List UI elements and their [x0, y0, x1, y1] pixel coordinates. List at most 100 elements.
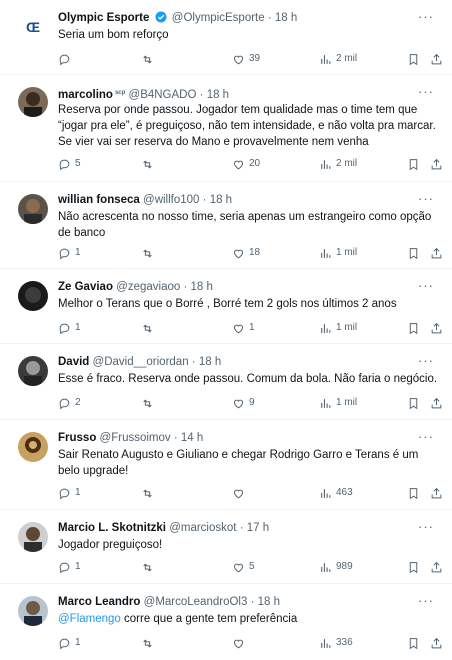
share-button[interactable]	[430, 485, 443, 501]
bookmark-button[interactable]	[407, 156, 420, 172]
avatar[interactable]	[18, 356, 48, 386]
like-button[interactable]: 1	[232, 320, 255, 336]
avatar[interactable]	[18, 432, 48, 462]
author-name[interactable]: marcolino	[58, 89, 113, 101]
verified-badge-icon	[155, 11, 167, 23]
views-button[interactable]: 336	[319, 635, 353, 651]
views-button[interactable]: 1 mil	[319, 395, 357, 411]
reply-icon	[59, 562, 70, 573]
bookmark-button[interactable]	[407, 635, 420, 651]
retweet-button[interactable]	[141, 395, 158, 411]
more-options-button[interactable]: ···	[418, 278, 434, 293]
more-options-button[interactable]: ···	[418, 429, 434, 444]
share-button[interactable]	[430, 320, 443, 336]
share-button[interactable]	[430, 395, 443, 411]
like-button[interactable]: 5	[232, 559, 255, 575]
share-button[interactable]	[430, 635, 443, 651]
tweet[interactable]: Œ Olympic Esporte @OlympicEsporte · 18 h…	[0, 0, 452, 75]
reply-button[interactable]: 1	[58, 559, 81, 575]
more-options-button[interactable]: ···	[418, 84, 434, 99]
retweet-button[interactable]	[141, 245, 158, 261]
avatar[interactable]	[18, 596, 48, 626]
views-button[interactable]: 1 mil	[319, 320, 357, 336]
bookmark-button[interactable]	[407, 559, 420, 575]
bookmark-button[interactable]	[407, 51, 420, 67]
tweet[interactable]: Ze Gaviao @zegaviaoo · 18 h ··· Melhor o…	[0, 269, 452, 344]
like-button[interactable]: 20	[232, 156, 260, 172]
like-button[interactable]: 9	[232, 395, 255, 411]
author-handle[interactable]: @OlympicEsporte	[172, 12, 265, 24]
author-handle[interactable]: @willfo100	[143, 194, 199, 206]
tweet[interactable]: marcolino scp @B4NGADO · 18 h ··· Reserva…	[0, 75, 452, 182]
share-button[interactable]	[430, 156, 443, 172]
author-name[interactable]: Marcio L. Skotnitzki	[58, 522, 166, 534]
timestamp[interactable]: 18 h	[275, 12, 297, 24]
author-name[interactable]: willian fonseca	[58, 194, 140, 206]
reply-button[interactable]: 1	[58, 485, 81, 501]
avatar[interactable]	[18, 522, 48, 552]
author-handle[interactable]: @zegaviaoo	[116, 281, 180, 293]
retweet-button[interactable]	[141, 320, 158, 336]
author-handle[interactable]: @marcioskot	[169, 522, 236, 534]
views-icon	[321, 488, 331, 498]
retweet-button[interactable]	[141, 51, 158, 67]
more-options-button[interactable]: ···	[418, 191, 434, 206]
author-name[interactable]: Ze Gaviao	[58, 281, 113, 293]
timestamp[interactable]: 17 h	[247, 522, 269, 534]
like-button[interactable]: 18	[232, 245, 260, 261]
retweet-button[interactable]	[141, 635, 158, 651]
share-button[interactable]	[430, 245, 443, 261]
reply-button[interactable]: 1	[58, 635, 81, 651]
author-handle[interactable]: @MarcoLeandroOl3	[144, 596, 248, 608]
views-button[interactable]: 2 mil	[319, 51, 357, 67]
timestamp[interactable]: 18 h	[207, 89, 229, 101]
like-button[interactable]: 39	[232, 51, 260, 67]
author-name[interactable]: Olympic Esporte	[58, 12, 149, 24]
author-name[interactable]: Marco Leandro	[58, 596, 140, 608]
avatar[interactable]	[18, 87, 48, 117]
avatar[interactable]	[18, 281, 48, 311]
views-button[interactable]: 1 mil	[319, 245, 357, 261]
share-button[interactable]	[430, 559, 443, 575]
tweet[interactable]: Marco Leandro @MarcoLeandroOl3 · 18 h ··…	[0, 584, 452, 660]
reply-button[interactable]: 1	[58, 245, 81, 261]
reply-button[interactable]	[58, 51, 75, 67]
bookmark-button[interactable]	[407, 320, 420, 336]
tweet[interactable]: willian fonseca @willfo100 · 18 h ··· Nã…	[0, 182, 452, 269]
bookmark-button[interactable]	[407, 485, 420, 501]
avatar[interactable]	[18, 194, 48, 224]
share-button[interactable]	[430, 51, 443, 67]
timestamp[interactable]: 18 h	[210, 194, 232, 206]
more-options-button[interactable]: ···	[418, 593, 434, 608]
more-options-button[interactable]: ···	[418, 9, 434, 24]
tweet[interactable]: David @David__oriordan · 18 h ··· Esse é…	[0, 344, 452, 420]
reply-button[interactable]: 2	[58, 395, 81, 411]
like-button[interactable]	[232, 635, 249, 651]
reply-button[interactable]: 5	[58, 156, 81, 172]
timestamp[interactable]: 18 h	[191, 281, 213, 293]
tweet[interactable]: Marcio L. Skotnitzki @marcioskot · 17 h …	[0, 510, 452, 584]
tweet[interactable]: Frusso @Frussoimov · 14 h ··· Sair Renat…	[0, 420, 452, 510]
bookmark-button[interactable]	[407, 245, 420, 261]
author-name[interactable]: Frusso	[58, 432, 96, 444]
views-button[interactable]: 463	[319, 485, 353, 501]
like-button[interactable]	[232, 485, 249, 501]
more-options-button[interactable]: ···	[418, 353, 434, 368]
avatar[interactable]: Œ	[18, 12, 48, 42]
retweet-button[interactable]	[141, 485, 158, 501]
mention-link[interactable]: @Flamengo	[58, 613, 121, 625]
bookmark-button[interactable]	[407, 395, 420, 411]
views-button[interactable]: 2 mil	[319, 156, 357, 172]
timestamp[interactable]: 18 h	[199, 356, 221, 368]
views-button[interactable]: 989	[319, 559, 353, 575]
author-name[interactable]: David	[58, 356, 89, 368]
retweet-button[interactable]	[141, 559, 158, 575]
author-handle[interactable]: @B4NGADO	[129, 89, 197, 101]
retweet-button[interactable]	[141, 156, 158, 172]
author-handle[interactable]: @Frussoimov	[100, 432, 171, 444]
timestamp[interactable]: 14 h	[181, 432, 203, 444]
more-options-button[interactable]: ···	[418, 519, 434, 534]
author-handle[interactable]: @David__oriordan	[93, 356, 189, 368]
timestamp[interactable]: 18 h	[258, 596, 280, 608]
reply-button[interactable]: 1	[58, 320, 81, 336]
